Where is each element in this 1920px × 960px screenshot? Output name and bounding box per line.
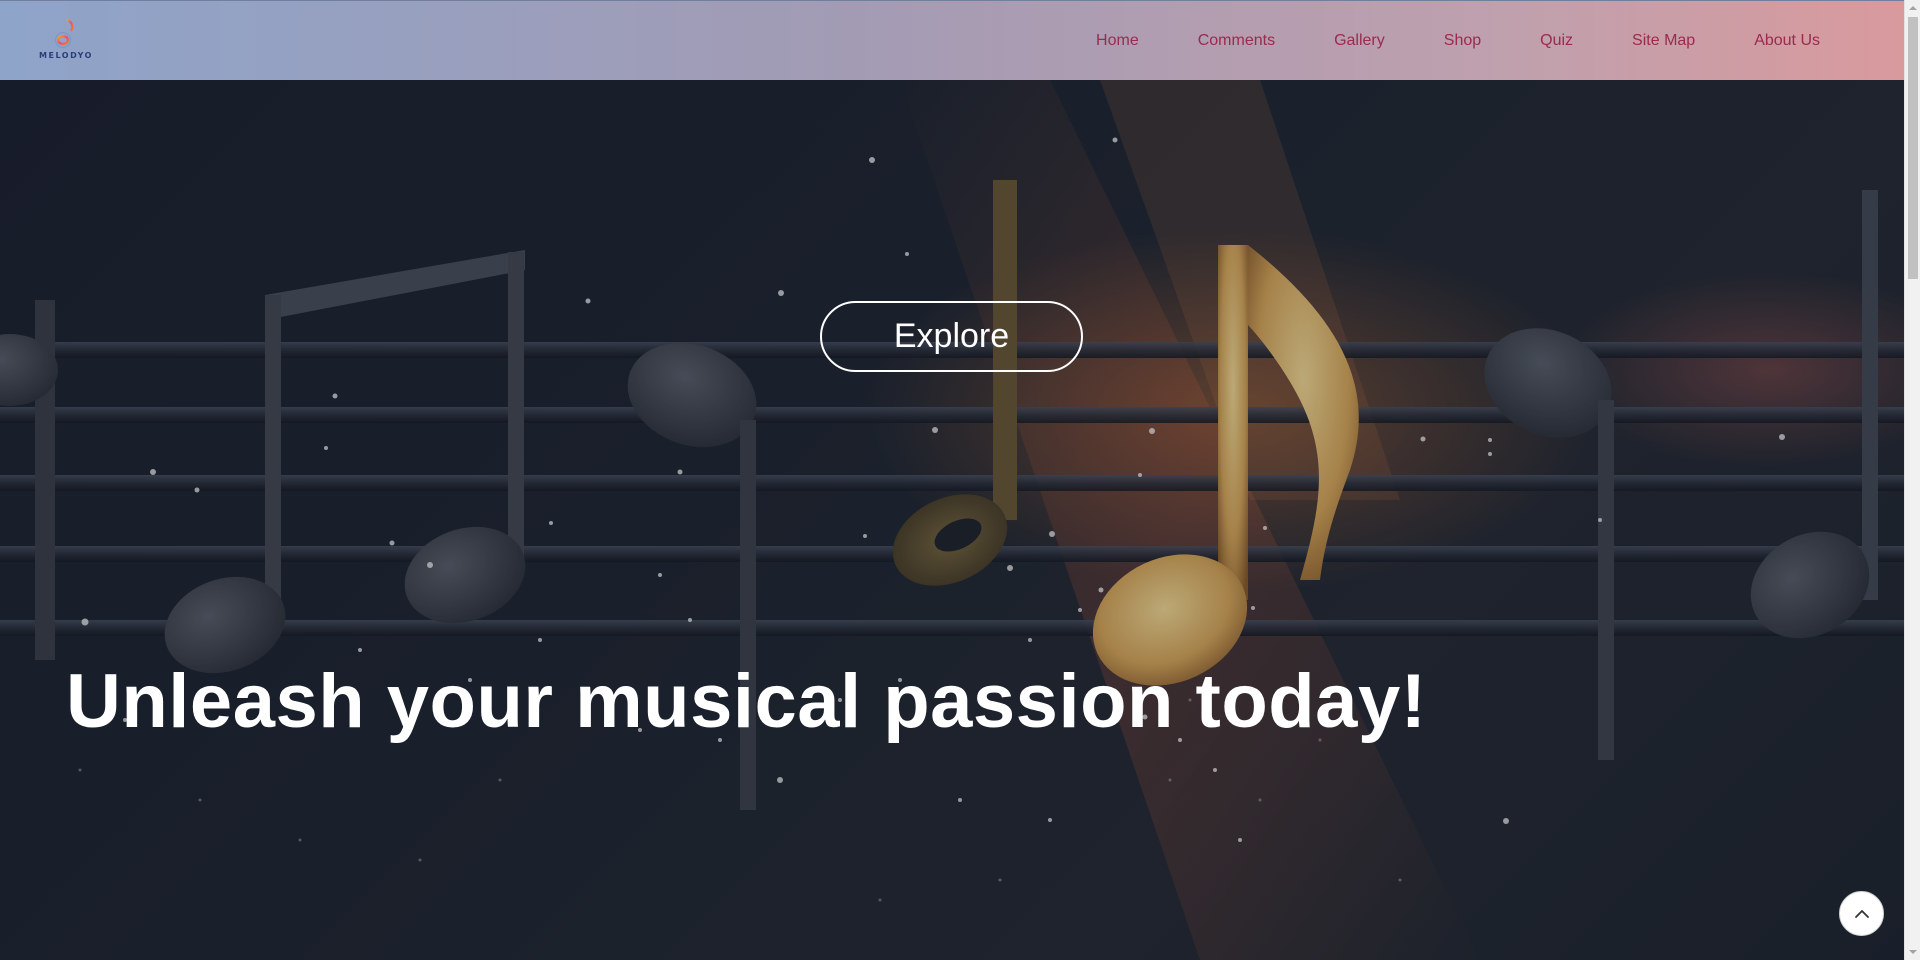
hero-section: Explore Unleash your musical passion tod… — [0, 80, 1904, 960]
top-navbar: MELODYO Home Comments Gallery Shop Quiz … — [0, 0, 1904, 80]
scroll-up-arrow-icon[interactable] — [1905, 0, 1920, 16]
hero-headline: Unleash your musical passion today! — [66, 659, 1427, 744]
scroll-to-top-button[interactable] — [1839, 891, 1884, 936]
scrollbar-thumb[interactable] — [1908, 17, 1918, 279]
nav-quiz[interactable]: Quiz — [1540, 32, 1573, 50]
brand-logo[interactable]: MELODYO — [36, 15, 96, 65]
vertical-scrollbar[interactable] — [1904, 0, 1920, 960]
nav-about-us[interactable]: About Us — [1754, 32, 1820, 50]
nav-site-map[interactable]: Site Map — [1632, 32, 1695, 50]
explore-button[interactable]: Explore — [820, 301, 1083, 372]
page: MELODYO Home Comments Gallery Shop Quiz … — [0, 0, 1920, 960]
nav-comments[interactable]: Comments — [1198, 32, 1275, 50]
music-note-logo-icon — [55, 18, 74, 48]
nav-gallery[interactable]: Gallery — [1334, 32, 1385, 50]
main-nav: Home Comments Gallery Shop Quiz Site Map… — [1096, 1, 1820, 81]
scroll-down-arrow-icon[interactable] — [1905, 944, 1920, 960]
nav-home[interactable]: Home — [1096, 32, 1139, 50]
hero-dim-overlay — [0, 80, 1904, 960]
nav-shop[interactable]: Shop — [1444, 32, 1481, 50]
brand-name: MELODYO — [39, 51, 93, 60]
chevron-up-icon — [1854, 909, 1869, 918]
